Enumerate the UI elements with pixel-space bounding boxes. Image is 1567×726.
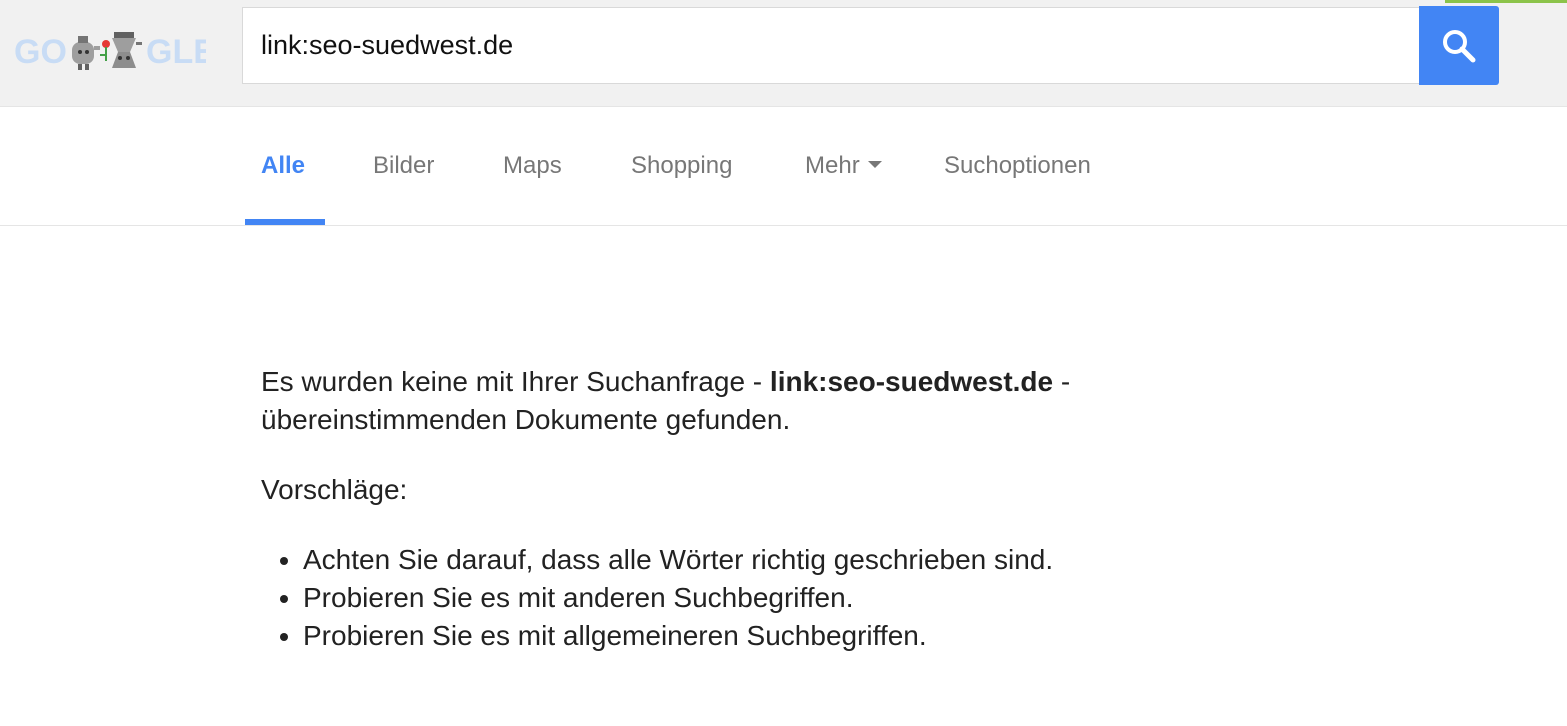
suggestion-item: Probieren Sie es mit allgemeineren Suchb… — [303, 617, 1261, 655]
search-tabs: Alle Bilder Maps Shopping Mehr Suchoptio… — [0, 107, 1567, 226]
search-input[interactable] — [261, 8, 1401, 83]
suggestion-item: Probieren Sie es mit anderen Suchbegriff… — [303, 579, 1261, 617]
top-bar: GO GLE link:seo-suedwest.de — [0, 0, 1567, 107]
no-results-query: link:seo-suedwest.de — [769, 366, 1054, 397]
caret-down-icon — [867, 161, 882, 169]
account-indicator — [1445, 0, 1567, 3]
tab-shopping[interactable]: Shopping — [631, 107, 732, 225]
tab-mehr[interactable]: Mehr — [805, 107, 882, 225]
tab-alle[interactable]: Alle — [261, 107, 305, 225]
logo-letters-right: GLE — [146, 33, 206, 71]
google-doodle-logo[interactable]: GO GLE — [14, 24, 216, 74]
suggestion-item: Achten Sie darauf, dass alle Wörter rich… — [303, 541, 1261, 579]
tab-bilder[interactable]: Bilder — [373, 107, 434, 225]
tab-maps[interactable]: Maps — [503, 107, 562, 225]
flower-icon — [100, 40, 110, 61]
tab-mehr-label: Mehr — [805, 152, 860, 179]
search-box — [242, 7, 1419, 84]
search-button[interactable] — [1419, 6, 1499, 85]
no-results-message: Es wurden keine mit Ihrer Suchanfrage - … — [261, 363, 1261, 439]
coffee-pot-icon — [72, 36, 100, 70]
doodle-image: GO GLE — [14, 32, 216, 71]
tab-suchoptionen[interactable]: Suchoptionen — [944, 107, 1091, 225]
suggestions-title: Vorschläge: — [261, 474, 408, 505]
suggestions-list: Achten Sie darauf, dass alle Wörter rich… — [261, 541, 1261, 655]
no-results-panel: Es wurden keine mit Ihrer Suchanfrage - … — [261, 363, 1261, 655]
active-tab-indicator — [245, 219, 325, 225]
logo-letters-left: GO — [14, 33, 67, 71]
no-results-prefix: Es wurden keine mit Ihrer Suchanfrage - — [261, 366, 770, 397]
search-icon — [1443, 29, 1476, 62]
moka-pot-icon — [112, 32, 142, 68]
